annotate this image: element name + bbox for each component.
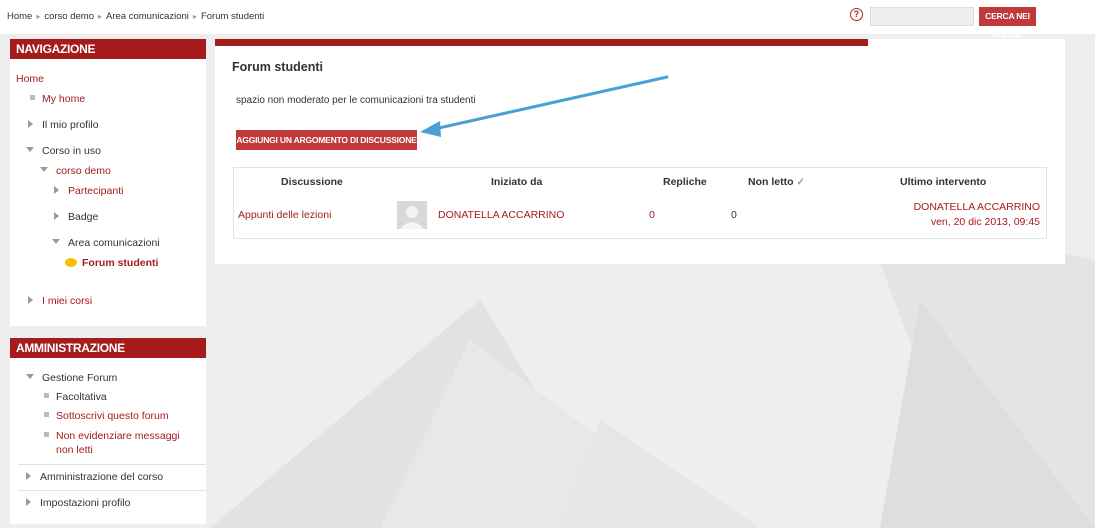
- row-last-post-author[interactable]: DONATELLA ACCARRINO: [914, 201, 1040, 213]
- nav-badge-label: Badge: [68, 211, 99, 223]
- header-discussion[interactable]: Discussione: [281, 176, 343, 188]
- nav-course-demo-label: corso demo: [56, 165, 111, 177]
- administration-header: AMMINISTRAZIONE: [10, 338, 206, 358]
- breadcrumb: Home ▸ corso demo ▸ Area comunicazioni ▸ Forum…: [7, 11, 264, 22]
- row-unread-count: 0: [731, 209, 737, 221]
- row-discussion-link[interactable]: Appunti delle lezioni: [238, 209, 331, 221]
- nav-badge[interactable]: Badge: [54, 211, 98, 223]
- forum-intro: spazio non moderato per le comunicazioni…: [236, 95, 476, 106]
- breadcrumb-separator: ▸: [36, 12, 41, 21]
- checkmark-icon[interactable]: ✓: [797, 177, 805, 188]
- breadcrumb-course[interactable]: corso demo: [44, 11, 94, 22]
- forum-title: Forum studenti: [232, 60, 323, 74]
- admin-optional[interactable]: Facoltativa: [44, 391, 107, 403]
- divider: [18, 464, 206, 465]
- expand-arrow-icon: [54, 212, 59, 220]
- row-last-post-date[interactable]: ven, 20 dic 2013, 09:45: [931, 216, 1040, 228]
- expand-arrow-icon: [28, 120, 33, 128]
- breadcrumb-current: Forum studenti: [200, 11, 265, 22]
- nav-current-course-label: Corso in uso: [42, 145, 101, 157]
- breadcrumb-separator: ▸: [98, 12, 103, 21]
- nav-forum-studenti[interactable]: Forum studenti: [65, 257, 158, 269]
- admin-profile-settings[interactable]: Impostazioni profilo: [26, 497, 130, 509]
- administration-block: AMMINISTRAZIONE Gestione Forum Facoltati…: [10, 338, 206, 524]
- nav-participants-label: Partecipanti: [68, 185, 124, 197]
- admin-profile-settings-label: Impostazioni profilo: [40, 497, 131, 509]
- admin-course-admin[interactable]: Amministrazione del corso: [26, 471, 163, 483]
- breadcrumb-area[interactable]: Area comunicazioni: [106, 11, 189, 22]
- discussion-table: Discussione Iniziato da Repliche Non let…: [233, 167, 1047, 239]
- breadcrumb-home[interactable]: Home: [7, 11, 32, 22]
- expand-arrow-icon: [28, 296, 33, 304]
- nav-participants[interactable]: Partecipanti: [54, 185, 123, 197]
- expand-arrow-icon: [26, 472, 31, 480]
- nav-my-courses[interactable]: I miei corsi: [28, 295, 92, 307]
- row-replies-link[interactable]: 0: [649, 209, 655, 221]
- admin-no-highlight-label: Non evidenziare messaggi: [56, 430, 180, 442]
- header-unread-label[interactable]: Non letto: [748, 176, 794, 188]
- navigation-header: NAVIGAZIONE: [10, 39, 206, 59]
- top-bar: Home ▸ corso demo ▸ Area comunicazioni ▸ Forum…: [0, 0, 1095, 40]
- header-replies[interactable]: Repliche: [663, 176, 707, 188]
- admin-optional-label: Facoltativa: [56, 391, 107, 403]
- admin-forum-management-label: Gestione Forum: [42, 372, 118, 384]
- admin-subscribe-label: Sottoscrivi questo forum: [56, 410, 169, 422]
- nav-area-label: Area comunicazioni: [68, 237, 160, 249]
- header-started-by[interactable]: Iniziato da: [491, 176, 542, 188]
- divider: [18, 490, 206, 491]
- bullet-icon: [30, 95, 35, 100]
- admin-forum-management[interactable]: Gestione Forum: [26, 372, 117, 384]
- admin-subscribe[interactable]: Sottoscrivi questo forum: [44, 410, 169, 422]
- collapse-arrow-icon: [40, 167, 48, 172]
- forum-chat-icon: [65, 258, 77, 267]
- nav-my-home-label: My home: [42, 93, 86, 105]
- expand-arrow-icon: [54, 186, 59, 194]
- add-discussion-button[interactable]: AGGIUNGI UN ARGOMENTO DI DISCUSSIONE: [236, 130, 417, 150]
- bullet-icon: [44, 432, 49, 437]
- nav-home-label: Home: [16, 73, 45, 85]
- nav-forum-label: Forum studenti: [82, 257, 159, 269]
- nav-current-course[interactable]: Corso in uso: [26, 145, 101, 157]
- bullet-icon: [44, 412, 49, 417]
- nav-my-profile-label: Il mio profilo: [42, 119, 99, 131]
- header-last-post[interactable]: Ultimo intervento: [900, 176, 986, 188]
- nav-my-home[interactable]: My home: [30, 93, 85, 105]
- nav-area-comunicazioni[interactable]: Area comunicazioni: [52, 237, 160, 249]
- collapse-arrow-icon: [26, 374, 34, 379]
- nav-my-courses-label: I miei corsi: [42, 295, 93, 307]
- user-avatar-icon[interactable]: [397, 201, 427, 229]
- header-unread: Non letto ✓: [748, 176, 805, 188]
- admin-no-highlight-line2[interactable]: non letti: [56, 444, 93, 456]
- main-top-accent: [215, 39, 868, 46]
- navigation-block: NAVIGAZIONE Home My home Il mio profilo …: [10, 39, 206, 326]
- nav-course-demo[interactable]: corso demo: [40, 165, 111, 177]
- nav-home[interactable]: Home: [16, 73, 44, 85]
- admin-no-highlight[interactable]: Non evidenziare messaggi: [44, 430, 180, 442]
- bullet-icon: [44, 393, 49, 398]
- search-forum-button[interactable]: CERCA NEI FORUM: [979, 7, 1036, 40]
- admin-no-highlight-label-2: non letti: [56, 444, 93, 456]
- row-author-link[interactable]: DONATELLA ACCARRINO: [438, 209, 564, 221]
- help-icon[interactable]: ?: [850, 8, 863, 21]
- collapse-arrow-icon: [26, 147, 34, 152]
- expand-arrow-icon: [26, 498, 31, 506]
- collapse-arrow-icon: [52, 239, 60, 244]
- admin-course-admin-label: Amministrazione del corso: [40, 471, 164, 483]
- search-input[interactable]: [870, 7, 974, 26]
- forum-main-panel: Forum studenti spazio non moderato per l…: [215, 39, 1065, 264]
- breadcrumb-separator: ▸: [192, 12, 197, 21]
- nav-my-profile[interactable]: Il mio profilo: [28, 119, 99, 131]
